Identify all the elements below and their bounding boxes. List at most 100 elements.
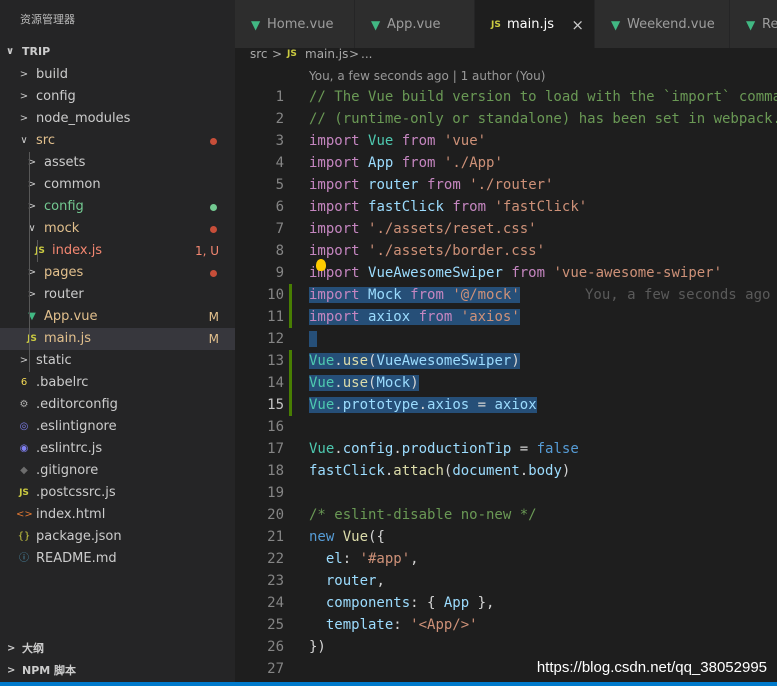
tree-item[interactable]: > config — [0, 86, 235, 108]
tree-item[interactable]: ⚙ .editorconfig — [0, 394, 235, 416]
tree-item[interactable]: > config — [0, 196, 235, 218]
code-line[interactable]: 17 Vue.config.productionTip = false — [235, 438, 777, 460]
tab-home-vue[interactable]: ▼ Home.vue — [235, 0, 355, 48]
outline-section[interactable]: > 大纲 — [0, 638, 235, 660]
chevron-right-icon: > — [27, 267, 37, 278]
code-line[interactable]: 18 fastClick.attach(document.body) — [235, 460, 777, 482]
code-line[interactable]: 15 Vue.prototype.axios = axiox — [235, 394, 777, 416]
code-text: Vue.config.productionTip = false — [309, 441, 579, 457]
tree-item[interactable]: ∨ src — [0, 130, 235, 152]
tree-item[interactable]: ◎ .eslintignore — [0, 416, 235, 438]
status-bar — [0, 682, 777, 686]
close-icon[interactable]: × — [571, 0, 584, 48]
tree-item[interactable]: {} package.json — [0, 526, 235, 548]
line-number: 16 — [267, 419, 284, 435]
code-line[interactable]: 10 import Mock from '@/mock' You, a few se… — [235, 284, 777, 306]
code-line[interactable]: 9 import VueAwesomeSwiper from 'vue-aweso… — [235, 259, 777, 284]
git-status-dot — [210, 270, 217, 277]
tree-item-label: assets — [44, 155, 86, 170]
tree-item-label: config — [36, 89, 76, 104]
code-line[interactable]: 8 import './assets/border.css' — [235, 240, 777, 262]
code-line[interactable]: 21 new Vue({ — [235, 526, 777, 548]
tree-item[interactable]: ⓘ README.md — [0, 548, 235, 570]
tree-item-label: .gitignore — [36, 463, 99, 478]
code-line[interactable]: 11 import axiox from 'axios' — [235, 306, 777, 328]
tree-item[interactable]: > node_modules — [0, 108, 235, 130]
code-line[interactable]: 3 import Vue from 'vue' — [235, 130, 777, 152]
code-editor[interactable]: 1 // The Vue build version to load with t… — [235, 86, 777, 682]
line-number: 15 — [267, 397, 284, 413]
vue-file-icon: ▼ — [371, 18, 381, 32]
inline-blame: You, a few seconds ago — [585, 287, 771, 303]
code-line[interactable]: 14 Vue.use(Mock) — [235, 372, 777, 394]
code-line[interactable]: 6 import fastClick from 'fastClick' — [235, 196, 777, 218]
explorer-root-section[interactable]: ∨ TRIP — [0, 41, 235, 63]
tree-item[interactable]: ◉ .eslintrc.js — [0, 438, 235, 460]
code-text: fastClick.attach(document.body) — [309, 463, 571, 479]
line-number: 22 — [267, 551, 284, 567]
tree-item[interactable]: JS main.js M — [0, 328, 235, 350]
code-line[interactable]: 13 Vue.use(VueAwesomeSwiper) — [235, 350, 777, 372]
tab-weekend-vue[interactable]: ▼ Weekend.vue — [595, 0, 730, 48]
git-codelens[interactable]: You, a few seconds ago | 1 author (You) — [309, 69, 545, 83]
code-line[interactable]: 12 — [235, 328, 777, 350]
tree-item-label: main.js — [44, 331, 91, 346]
code-line[interactable]: 23 router, — [235, 570, 777, 592]
code-line[interactable]: 5 import router from './router' — [235, 174, 777, 196]
tree-item[interactable]: 6 .babelrc — [0, 372, 235, 394]
tree-item[interactable]: > static — [0, 350, 235, 372]
tree-item[interactable]: ∨ mock — [0, 218, 235, 240]
indent-guide — [29, 152, 30, 372]
code-line[interactable]: 7 import './assets/reset.css' — [235, 218, 777, 240]
lightbulb-icon[interactable] — [316, 259, 326, 271]
tab-app-vue[interactable]: ▼ App.vue — [355, 0, 475, 48]
outline-label: 大纲 — [22, 642, 44, 655]
explorer-title: 资源管理器 — [20, 13, 75, 26]
tree-item[interactable]: > build — [0, 64, 235, 86]
code-line[interactable]: 20 /* eslint-disable no-new */ — [235, 504, 777, 526]
line-number: 25 — [267, 617, 284, 633]
line-number: 9 — [275, 265, 284, 281]
line-number: 19 — [267, 485, 284, 501]
code-line[interactable]: 1 // The Vue build version to load with t… — [235, 86, 777, 108]
code-line[interactable]: 26}) — [235, 636, 777, 658]
tree-item[interactable]: > router — [0, 284, 235, 306]
tree-item[interactable]: JS .postcssrc.js — [0, 482, 235, 504]
tree-item[interactable]: > pages — [0, 262, 235, 284]
code-text: new Vue({ — [309, 529, 385, 545]
tree-item[interactable]: JS index.js 1, U — [0, 240, 235, 262]
code-line[interactable]: 19 — [235, 482, 777, 504]
chevron-right-icon: > — [19, 91, 29, 102]
code-line[interactable]: 4 import App from './App' — [235, 152, 777, 174]
js-file-icon: JS — [19, 488, 29, 498]
tree-item[interactable]: > assets — [0, 152, 235, 174]
breadcrumb-more[interactable]: ... — [361, 48, 372, 60]
tab-main-js[interactable]: JS main.js × — [475, 0, 595, 48]
npm-scripts-section[interactable]: > NPM 脚本 — [0, 660, 235, 682]
tab-label: main.js — [507, 17, 554, 32]
tree-item[interactable]: ◆ .gitignore — [0, 460, 235, 482]
tree-item[interactable]: ▼ App.vue M — [0, 306, 235, 328]
tree-item[interactable]: <> index.html — [0, 504, 235, 526]
code-line[interactable]: 16 — [235, 416, 777, 438]
code-text: import Mock from '@/mock' — [309, 287, 520, 303]
tree-item-label: App.vue — [44, 309, 98, 324]
tab-re[interactable]: ▼ Re — [730, 0, 777, 48]
tree-item[interactable]: > common — [0, 174, 235, 196]
js-file-icon: JS — [35, 246, 45, 256]
git-status-badge: M — [208, 332, 219, 346]
git-status-badge: M — [208, 310, 219, 324]
chevron-down-icon: ∨ — [28, 223, 36, 234]
breadcrumb-folder[interactable]: src — [250, 48, 268, 60]
breadcrumb-file[interactable]: main.js — [305, 48, 348, 60]
babel-icon: 6 — [20, 377, 28, 388]
code-line[interactable]: 2 // (runtime-only or standalone) has bee… — [235, 108, 777, 130]
code-line[interactable]: 24 components: { App }, — [235, 592, 777, 614]
chevron-right-icon: > — [27, 289, 37, 300]
tab-label: App.vue — [387, 17, 441, 32]
code-line[interactable]: 25 template: '<App/>' — [235, 614, 777, 636]
code-line[interactable]: 22 el: '#app', — [235, 548, 777, 570]
chevron-right-icon: > — [27, 201, 37, 212]
line-number: 4 — [275, 155, 284, 171]
tree-item-label: static — [36, 353, 72, 368]
